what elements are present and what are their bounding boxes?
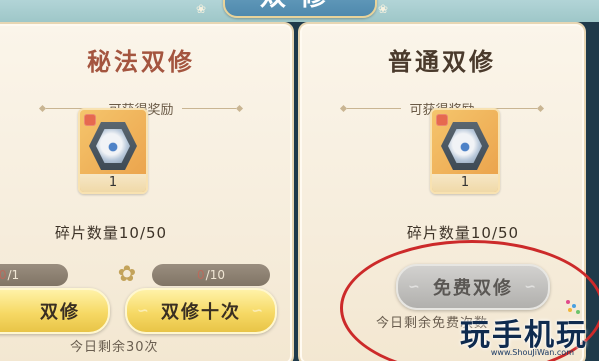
cost-owned: 0	[0, 268, 7, 282]
cost-owned: 0	[197, 268, 205, 282]
title-plate: 双修	[223, 0, 377, 18]
divider	[347, 107, 402, 109]
cost-pill-ten: 0 /10	[152, 264, 270, 286]
cost-required: /1	[7, 268, 20, 282]
button-label: 双修十次	[161, 302, 241, 323]
cost-required: /10	[205, 268, 225, 282]
screen-title: 双修	[225, 0, 375, 13]
character-portrait-icon	[441, 122, 489, 170]
watermark-url: www.ShouJiWan.com	[490, 348, 574, 357]
swirl-icon: ∽	[251, 303, 265, 319]
item-count: 1	[432, 174, 498, 192]
item-count: 1	[80, 174, 146, 192]
button-label: 双修	[40, 302, 80, 323]
card-title: 秘法双修	[87, 48, 195, 76]
game-screen: 双修 ❀ ❀ 秘法双修 可获得奖励 1 碎片数量10/50 0 /1 ✿ 0 /…	[0, 0, 599, 361]
swirl-icon: ∽	[137, 303, 151, 319]
quality-badge-icon	[436, 114, 448, 126]
reward-item-slot[interactable]: 1	[430, 108, 500, 194]
character-portrait-icon	[89, 122, 137, 170]
reward-item-slot[interactable]: 1	[78, 108, 148, 194]
cost-pill-one: 0 /1	[0, 264, 68, 286]
watermark: 玩手机玩 www.ShouJiWan.com	[426, 300, 596, 361]
card-title: 普通双修	[388, 48, 496, 76]
remaining-count: 今日剩余30次	[70, 340, 159, 355]
talisman-cost-icon: ✿	[117, 262, 137, 287]
fragment-count: 碎片数量10/50	[54, 224, 168, 242]
cloud-ornament-icon: ❀	[378, 2, 389, 16]
divider	[181, 107, 236, 109]
secret-cultivation-card: 秘法双修 可获得奖励 1 碎片数量10/50 0 /1 ✿ 0 /10 双修 ∽…	[0, 22, 294, 361]
cultivate-once-button[interactable]: 双修	[0, 288, 110, 334]
cloud-ornament-icon: ❀	[196, 2, 207, 16]
quality-badge-icon	[84, 114, 96, 126]
cultivate-ten-button[interactable]: ∽ 双修十次 ∽	[125, 288, 277, 334]
